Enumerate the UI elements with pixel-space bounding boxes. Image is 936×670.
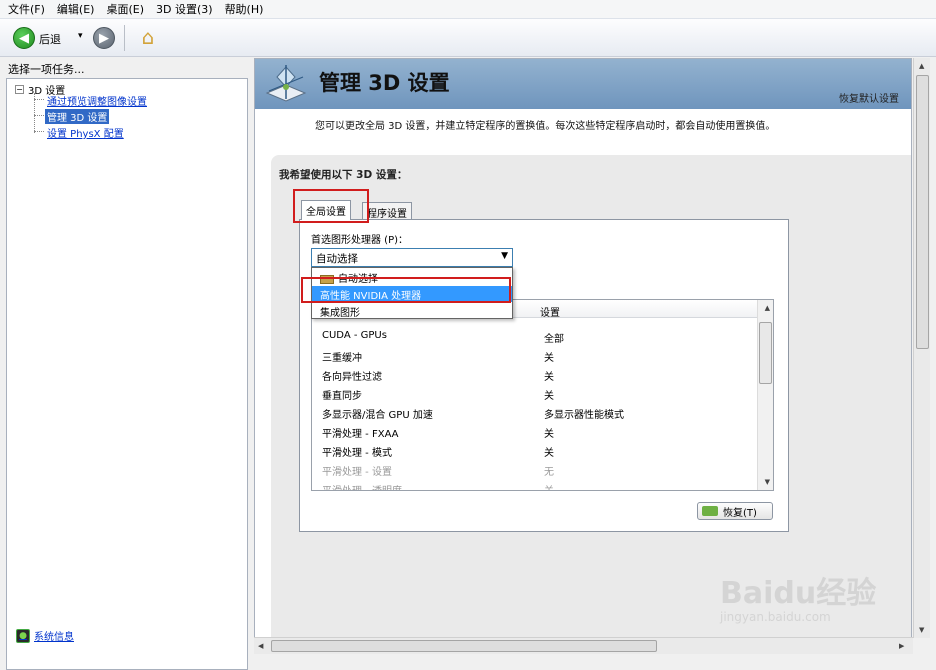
setting-cell[interactable]: 关 [544,387,554,402]
toolbar-separator [124,25,125,51]
table-row[interactable]: 平滑处理 - 透明度 关 [312,479,757,490]
table-row[interactable]: 平滑处理 - FXAA 关 [312,422,757,441]
vertical-scrollbar[interactable]: ▲ ▼ [913,58,930,638]
menu-edit[interactable]: 编辑(E) [57,1,95,17]
table-row[interactable]: 平滑处理 - 模式 关 [312,441,757,460]
scroll-left-icon[interactable]: ◀ [258,642,263,650]
watermark-brand: Baidu经验 [720,576,877,611]
tab-program-settings[interactable]: 程序设置 [362,202,412,220]
collapse-icon[interactable]: − [15,85,24,94]
watermark-url: jingyan.baidu.com [720,610,831,624]
feature-cell: 多显示器/混合 GPU 加速 [322,410,433,421]
scroll-down-icon[interactable]: ▼ [765,478,770,486]
feature-cell: 垂直同步 [322,391,362,402]
system-info-label: 系统信息 [34,632,74,643]
setting-cell[interactable]: 关 [544,482,554,490]
feature-cell: 平滑处理 - 设置 [322,467,392,478]
restore-button-label: 恢复(T) [723,507,757,519]
annotation-box-option [301,277,511,303]
grid-scrollbar[interactable]: ▲ ▼ [757,300,773,490]
setting-cell[interactable]: 多显示器性能模式 [544,406,624,421]
scroll-up-icon[interactable]: ▲ [765,304,770,312]
back-arrow-icon[interactable]: ◀ [13,27,35,49]
menu-3d-settings[interactable]: 3D 设置(3) [156,1,213,17]
home-icon[interactable]: ⌂ [136,25,160,49]
tree-connector [34,131,44,132]
content-pane: 管理 3D 设置 恢复默认设置 您可以更改全局 3D 设置，并建立特定程序的置换… [254,58,912,638]
table-row[interactable]: 三重缓冲 关 [312,346,757,365]
table-row[interactable]: 垂直同步 关 [312,384,757,403]
table-row[interactable]: CUDA - GPUs 全部 [312,327,757,346]
menu-desktop[interactable]: 桌面(E) [106,1,144,17]
baidu-watermark: Baidu经验 jingyan.baidu.com [720,568,876,624]
3d-settings-icon [265,65,307,102]
annotation-box-tab [293,189,369,223]
feature-cell: 平滑处理 - 透明度 [322,482,402,490]
scroll-up-icon[interactable]: ▲ [919,62,924,70]
page-banner: 管理 3D 设置 恢复默认设置 [255,59,911,109]
task-tree: − 3D 设置 通过预览调整图像设置 管理 3D 设置 设置 PhysX 配置 [6,78,248,670]
table-row[interactable]: 各向异性过滤 关 [312,365,757,384]
restore-icon [702,506,718,516]
feature-cell: 三重缓冲 [322,353,362,364]
task-pane: 选择一项任务... − 3D 设置 通过预览调整图像设置 管理 3D 设置 设置… [0,58,251,670]
setting-cell[interactable]: 关 [544,368,554,383]
tree-item-physx-config[interactable]: 设置 PhysX 配置 [47,125,124,140]
restore-button[interactable]: 恢复(T) [697,502,773,520]
scroll-right-icon[interactable]: ▶ [899,642,904,650]
table-row[interactable]: 平滑处理 - 设置 无 [312,460,757,479]
menu-help[interactable]: 帮助(H) [225,1,264,17]
option-integrated-graphics[interactable]: 集成图形 [312,303,512,319]
feature-cell: 各向异性过滤 [322,372,382,383]
option-label: 集成图形 [320,308,360,319]
setting-cell[interactable]: 无 [544,463,554,478]
feature-cell: 平滑处理 - FXAA [322,429,399,440]
settings-grid: 功能 设置 CUDA - GPUs全部 三重缓冲关 各向异性过滤关 垂直同步关 … [311,299,774,491]
page-title: 管理 3D 设置 [319,71,450,95]
setting-cell[interactable]: 关 [544,444,554,459]
setting-cell[interactable]: 全部 [544,330,564,345]
setting-cell[interactable]: 关 [544,425,554,440]
nvidia-icon: ● [16,628,30,643]
page-description: 您可以更改全局 3D 设置，并建立特定程序的置换值。每次这些特定程序启动时，都会… [315,121,776,132]
restore-defaults-link[interactable]: 恢复默认设置 [839,90,899,105]
preferred-gpu-select[interactable]: 自动选择 ▼ [311,248,513,267]
tree-item-adjust-image-settings[interactable]: 通过预览调整图像设置 [47,93,147,108]
feature-cell: CUDA - GPUs [322,330,387,341]
tree-connector [34,115,44,116]
back-button-label[interactable]: 后退 [39,31,61,47]
scroll-down-icon[interactable]: ▼ [919,626,924,634]
forward-arrow-icon[interactable]: ▶ [93,27,115,49]
horizontal-scrollbar[interactable]: ◀ ▶ [254,637,913,654]
settings-heading: 我希望使用以下 3D 设置： [279,169,408,181]
feature-cell: 平滑处理 - 模式 [322,448,392,459]
preferred-gpu-value: 自动选择 [316,253,358,265]
menu-bar: 文件(F) 编辑(E) 桌面(E) 3D 设置(3) 帮助(H) [0,0,936,19]
chevron-down-icon[interactable]: ▼ [501,251,508,261]
setting-cell[interactable]: 关 [544,349,554,364]
grid-scroll-thumb[interactable] [759,322,772,384]
horizontal-scroll-thumb[interactable] [271,640,657,652]
table-row[interactable]: 多显示器/混合 GPU 加速 多显示器性能模式 [312,403,757,422]
preferred-gpu-label: 首选图形处理器 (P)： [311,235,409,246]
menu-file[interactable]: 文件(F) [8,1,45,17]
column-header-setting[interactable]: 设置 [540,304,560,319]
task-pane-title: 选择一项任务... [8,63,85,76]
tree-item-manage-3d-settings[interactable]: 管理 3D 设置 [45,109,110,124]
tree-connector [34,99,44,100]
back-dropdown-icon[interactable]: ▾ [78,31,83,41]
system-info-link[interactable]: ● 系统信息 [16,628,74,643]
vertical-scroll-thumb[interactable] [916,75,929,349]
toolbar: ◀ 后退 ▾ ▶ ⌂ [0,19,936,57]
